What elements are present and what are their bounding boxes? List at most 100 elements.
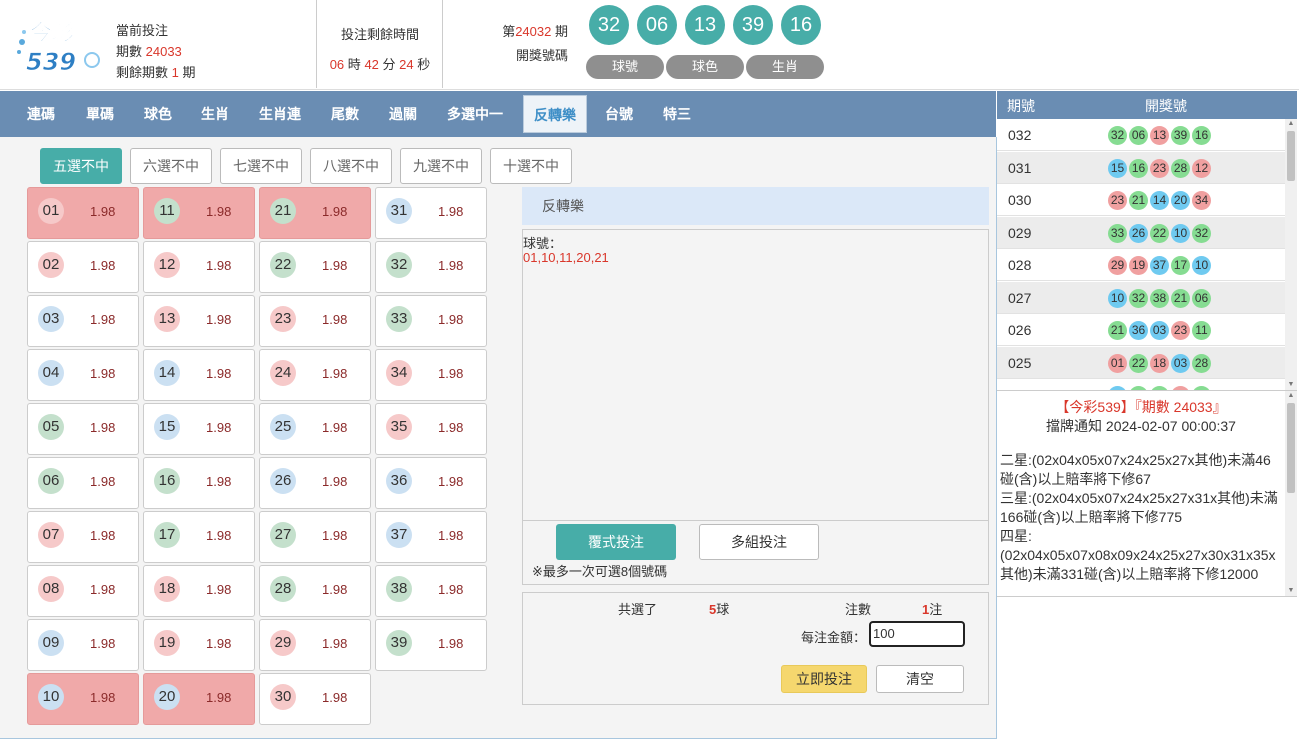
number-cell[interactable]: 30 1.98 [259, 673, 371, 725]
clear-button[interactable]: 清空 [876, 665, 964, 693]
number-cell[interactable]: 26 1.98 [259, 457, 371, 509]
number-ball: 16 [154, 468, 180, 494]
odds-value: 1.98 [206, 690, 232, 705]
odds-value: 1.98 [206, 312, 232, 327]
nav-tab-3[interactable]: 生肖 [201, 91, 229, 137]
nav-tab-7[interactable]: 多選中一 [447, 91, 503, 137]
number-ball: 34 [386, 360, 412, 386]
subtab-0[interactable]: 五選不中 [40, 148, 122, 184]
nav-tab-6[interactable]: 過關 [389, 91, 417, 137]
number-cell[interactable]: 07 1.98 [27, 511, 139, 563]
compound-bet-button[interactable]: 覆式投注 [556, 524, 676, 560]
nav-tab-8[interactable]: 反轉樂 [523, 95, 587, 133]
number-cell[interactable]: 12 1.98 [143, 241, 255, 293]
number-cell[interactable]: 20 1.98 [143, 673, 255, 725]
history-ball: 11 [1192, 321, 1211, 340]
nav-tab-5[interactable]: 尾數 [331, 91, 359, 137]
number-cell[interactable]: 17 1.98 [143, 511, 255, 563]
number-ball: 30 [270, 684, 296, 710]
scroll-down-icon[interactable]: ▼ [1285, 380, 1297, 390]
number-cell[interactable]: 14 1.98 [143, 349, 255, 401]
number-cell[interactable]: 19 1.98 [143, 619, 255, 671]
nav-tab-10[interactable]: 特三 [663, 91, 691, 137]
history-ball: 13 [1150, 126, 1169, 145]
selection-display: 球號： 01,10,11,20,21 [523, 230, 988, 521]
number-ball: 06 [38, 468, 64, 494]
number-cell[interactable]: 27 1.98 [259, 511, 371, 563]
number-cell[interactable]: 32 1.98 [375, 241, 487, 293]
multi-group-bet-button[interactable]: 多組投注 [699, 524, 819, 560]
number-cell[interactable]: 08 1.98 [27, 565, 139, 617]
number-ball: 35 [386, 414, 412, 440]
subtab-5[interactable]: 十選不中 [490, 148, 572, 184]
number-cell[interactable]: 02 1.98 [27, 241, 139, 293]
header: 今彩 539 當前投注 期數 24033 剩餘期數 1 期 投注剩餘時間 06 … [0, 0, 1299, 90]
history-ball: 33 [1108, 223, 1127, 243]
number-cell[interactable]: 38 1.98 [375, 565, 487, 617]
nav-tab-4[interactable]: 生肖連 [259, 91, 301, 137]
nav-tab-9[interactable]: 台號 [605, 91, 633, 137]
draw-toggle-1[interactable]: 球色 [666, 55, 744, 79]
history-scrollbar[interactable]: ▲ ▼ [1285, 119, 1297, 390]
number-cell[interactable]: 16 1.98 [143, 457, 255, 509]
number-cell[interactable]: 03 1.98 [27, 295, 139, 347]
history-row: 026 21 36 03 23 11 [997, 314, 1285, 346]
number-cell[interactable]: 35 1.98 [375, 403, 487, 455]
number-cell[interactable]: 06 1.98 [27, 457, 139, 509]
notice-scrollbar[interactable]: ▲ ▼ [1285, 391, 1297, 596]
nav-tab-2[interactable]: 球色 [144, 91, 172, 137]
scroll-up-icon[interactable]: ▲ [1285, 391, 1297, 401]
amount-input[interactable]: 100 [869, 621, 965, 647]
remaining-value: 1 [171, 65, 179, 80]
history-list[interactable]: 032 32 06 13 39 16 031 15 16 23 28 12 030 23 21 14 20 34 0… [997, 119, 1287, 390]
nav-tab-1[interactable]: 單碼 [86, 91, 114, 137]
history-ball: 26 [1129, 223, 1148, 243]
number-cell[interactable]: 09 1.98 [27, 619, 139, 671]
subtab-3[interactable]: 八選不中 [310, 148, 392, 184]
number-cell[interactable]: 39 1.98 [375, 619, 487, 671]
scroll-thumb[interactable] [1287, 131, 1295, 181]
subtab-2[interactable]: 七選不中 [220, 148, 302, 184]
history-ball: 15 [1108, 158, 1127, 178]
number-cell[interactable]: 24 1.98 [259, 349, 371, 401]
number-cell[interactable]: 04 1.98 [27, 349, 139, 401]
number-cell[interactable]: 15 1.98 [143, 403, 255, 455]
history-period: 031 [1008, 159, 1032, 176]
draw-toggle-0[interactable]: 球號 [586, 55, 664, 79]
number-cell[interactable]: 21 1.98 [259, 187, 371, 239]
history-period: 032 [1008, 127, 1032, 143]
number-cell[interactable]: 31 1.98 [375, 187, 487, 239]
number-cell[interactable]: 11 1.98 [143, 187, 255, 239]
place-bet-button[interactable]: 立即投注 [781, 665, 867, 693]
main-panel: 五選不中 六選不中 七選不中 八選不中 九選不中 十選不中 01 1.98 02 1.98 03 1… [0, 137, 997, 739]
odds-value: 1.98 [206, 582, 232, 597]
jincai-539-logo: 今彩 539 [17, 20, 100, 76]
nav-tab-0[interactable]: 連碼 [27, 91, 55, 137]
bet-count-label: 注數 [845, 602, 872, 617]
number-cell[interactable]: 36 1.98 [375, 457, 487, 509]
number-cell[interactable]: 33 1.98 [375, 295, 487, 347]
number-cell[interactable]: 34 1.98 [375, 349, 487, 401]
scroll-thumb[interactable] [1287, 403, 1295, 493]
number-cell[interactable]: 29 1.98 [259, 619, 371, 671]
number-cell[interactable]: 01 1.98 [27, 187, 139, 239]
number-cell[interactable]: 25 1.98 [259, 403, 371, 455]
number-cell[interactable]: 05 1.98 [27, 403, 139, 455]
subtab-1[interactable]: 六選不中 [130, 148, 212, 184]
number-cell[interactable]: 37 1.98 [375, 511, 487, 563]
odds-value: 1.98 [90, 258, 116, 273]
number-cell[interactable]: 28 1.98 [259, 565, 371, 617]
scroll-up-icon[interactable]: ▲ [1285, 119, 1297, 129]
number-cell[interactable]: 10 1.98 [27, 673, 139, 725]
history-ball: 28 [1192, 353, 1211, 373]
subtab-4[interactable]: 九選不中 [400, 148, 482, 184]
history-ball: 28 [1171, 158, 1190, 178]
number-cell[interactable]: 22 1.98 [259, 241, 371, 293]
current-bet-label: 當前投注 [116, 23, 169, 38]
number-cell[interactable]: 23 1.98 [259, 295, 371, 347]
history-period: 029 [1008, 224, 1032, 241]
scroll-down-icon[interactable]: ▼ [1285, 586, 1297, 596]
number-cell[interactable]: 18 1.98 [143, 565, 255, 617]
draw-toggle-2[interactable]: 生肖 [746, 55, 824, 79]
number-cell[interactable]: 13 1.98 [143, 295, 255, 347]
